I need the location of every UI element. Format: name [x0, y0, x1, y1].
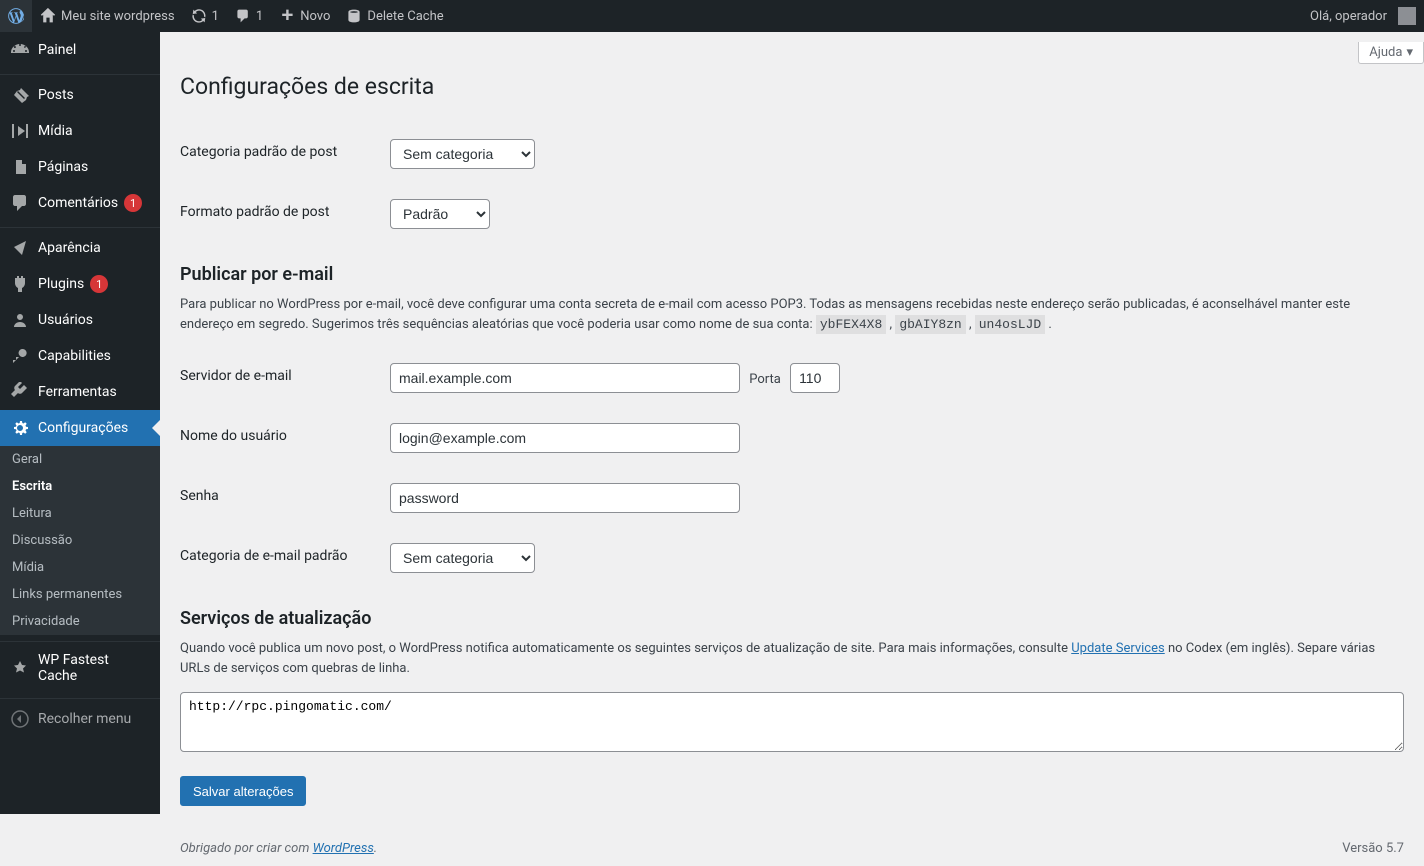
update-section-desc: Quando você publica um novo post, o Word…	[180, 639, 1404, 678]
wordpress-logo-icon	[8, 8, 24, 24]
chevron-down-icon: ▾	[1406, 45, 1413, 60]
collapse-icon	[10, 709, 30, 729]
settings-icon	[10, 418, 30, 438]
update-icon	[191, 8, 207, 24]
site-name-text: Meu site wordpress	[61, 9, 175, 24]
default-category-select[interactable]: Sem categoria	[390, 139, 535, 169]
mail-category-select[interactable]: Sem categoria	[390, 543, 535, 573]
updates-menu[interactable]: 1	[183, 0, 227, 32]
mail-server-input[interactable]	[390, 363, 740, 393]
default-category-label: Categoria padrão de post	[180, 124, 380, 184]
sidebar-dashboard[interactable]: Painel	[0, 32, 160, 68]
greeting-text: Olá, operador	[1310, 9, 1387, 24]
admin-sidebar: Painel Posts Mídia Páginas Comentários 1…	[0, 32, 160, 814]
avatar	[1398, 7, 1416, 25]
submenu-privacy[interactable]: Privacidade	[0, 608, 160, 635]
update-services-link[interactable]: Update Services	[1071, 641, 1165, 656]
submenu-media[interactable]: Mídia	[0, 554, 160, 581]
suggestion-2: gbAIY8zn	[895, 315, 965, 334]
home-icon	[40, 8, 56, 24]
site-name-menu[interactable]: Meu site wordpress	[32, 0, 183, 32]
footer: Obrigado por criar com WordPress. Versão…	[160, 831, 1424, 866]
admin-bar: Meu site wordpress 1 1 Novo Delete Cache…	[0, 0, 1424, 32]
ping-sites-textarea[interactable]: http://rpc.pingomatic.com/	[180, 692, 1404, 752]
sidebar-collapse[interactable]: Recolher menu	[0, 701, 160, 737]
password-input[interactable]	[390, 483, 740, 513]
suggestion-1: ybFEX4X8	[816, 315, 886, 334]
email-section-desc: Para publicar no WordPress por e-mail, v…	[180, 295, 1404, 334]
sidebar-pages[interactable]: Páginas	[0, 149, 160, 185]
default-format-select[interactable]: Padrão	[390, 199, 490, 229]
appearance-icon	[10, 238, 30, 258]
submenu-writing[interactable]: Escrita	[0, 473, 160, 500]
settings-submenu: Geral Escrita Leitura Discussão Mídia Li…	[0, 446, 160, 635]
port-label: Porta	[749, 372, 781, 387]
sidebar-tools[interactable]: Ferramentas	[0, 374, 160, 410]
wp-logo-menu[interactable]	[0, 0, 32, 32]
my-account-menu[interactable]: Olá, operador	[1302, 0, 1424, 32]
submenu-discussion[interactable]: Discussão	[0, 527, 160, 554]
sidebar-settings[interactable]: Configurações	[0, 410, 160, 446]
default-format-label: Formato padrão de post	[180, 184, 380, 244]
delete-cache-menu[interactable]: Delete Cache	[338, 0, 451, 32]
comments-count: 1	[256, 9, 263, 24]
mail-server-label: Servidor de e-mail	[180, 348, 380, 408]
comments-icon	[10, 193, 30, 213]
cache-plugin-icon	[10, 658, 30, 678]
update-section-title: Serviços de atualização	[180, 608, 1404, 629]
password-label: Senha	[180, 468, 380, 528]
cache-icon	[346, 8, 362, 24]
dashboard-icon	[10, 40, 30, 60]
page-title: Configurações de escrita	[180, 64, 1404, 104]
sidebar-media[interactable]: Mídia	[0, 113, 160, 149]
sidebar-posts[interactable]: Posts	[0, 77, 160, 113]
login-label: Nome do usuário	[180, 408, 380, 468]
plugins-icon	[10, 274, 30, 294]
suggestion-3: un4osLJD	[975, 315, 1045, 334]
comments-badge: 1	[124, 194, 142, 212]
sidebar-comments[interactable]: Comentários 1	[0, 185, 160, 221]
plugins-badge: 1	[90, 275, 108, 293]
key-icon	[10, 346, 30, 366]
email-section-title: Publicar por e-mail	[180, 264, 1404, 285]
tools-icon	[10, 382, 30, 402]
sidebar-capabilities[interactable]: Capabilities	[0, 338, 160, 374]
delete-cache-label: Delete Cache	[367, 9, 443, 24]
sidebar-plugins[interactable]: Plugins 1	[0, 266, 160, 302]
plus-icon	[279, 8, 295, 24]
sidebar-users[interactable]: Usuários	[0, 302, 160, 338]
media-icon	[10, 121, 30, 141]
submenu-permalinks[interactable]: Links permanentes	[0, 581, 160, 608]
updates-count: 1	[212, 9, 219, 24]
save-button[interactable]: Salvar alterações	[180, 776, 306, 806]
comments-menu[interactable]: 1	[227, 0, 271, 32]
users-icon	[10, 310, 30, 330]
mail-category-label: Categoria de e-mail padrão	[180, 528, 380, 588]
pages-icon	[10, 157, 30, 177]
new-content-label: Novo	[300, 9, 330, 24]
sidebar-wpfc[interactable]: WP Fastest Cache	[0, 644, 160, 692]
submenu-general[interactable]: Geral	[0, 446, 160, 473]
login-input[interactable]	[390, 423, 740, 453]
comment-icon	[235, 8, 251, 24]
wordpress-link[interactable]: WordPress	[313, 841, 374, 856]
new-content-menu[interactable]: Novo	[271, 0, 338, 32]
pin-icon	[10, 85, 30, 105]
version-text: Versão 5.7	[1342, 841, 1404, 856]
port-input[interactable]	[790, 363, 840, 393]
sidebar-appearance[interactable]: Aparência	[0, 230, 160, 266]
submenu-reading[interactable]: Leitura	[0, 500, 160, 527]
help-tab[interactable]: Ajuda ▾	[1358, 42, 1424, 64]
